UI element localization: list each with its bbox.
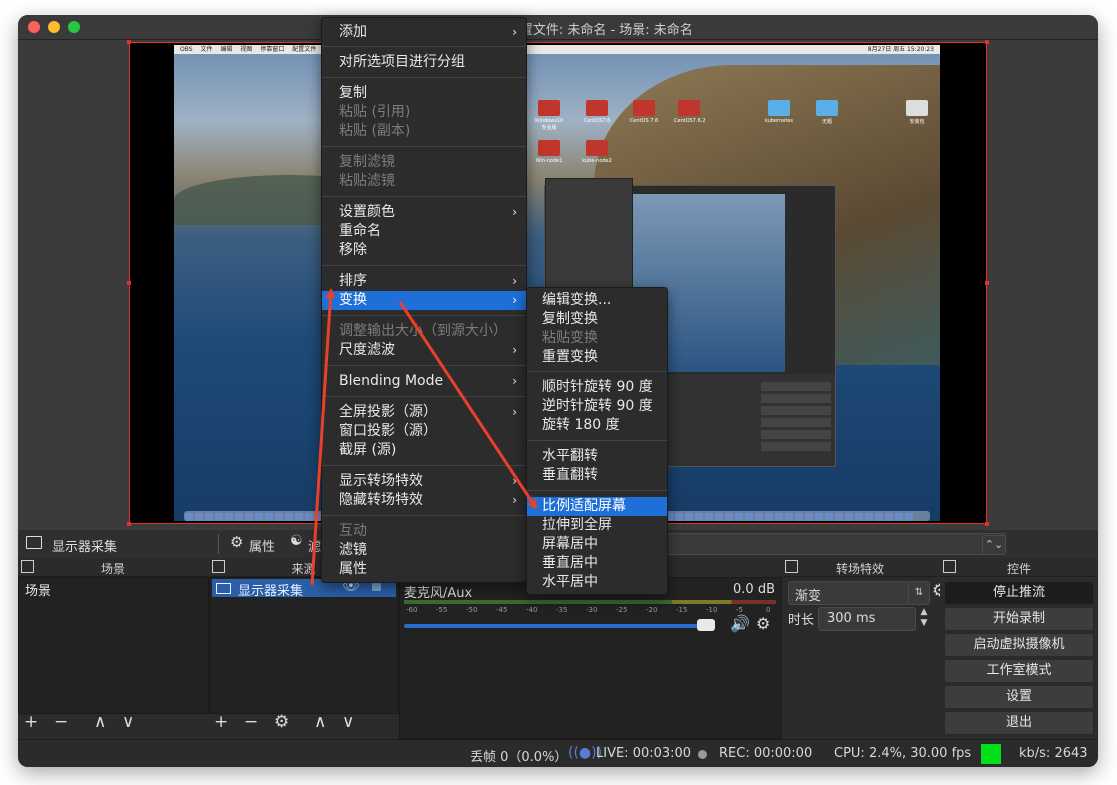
annotation-arrow-down	[398, 301, 538, 510]
annotation-arrow-up	[310, 288, 336, 586]
annotation-arrows	[310, 288, 538, 586]
